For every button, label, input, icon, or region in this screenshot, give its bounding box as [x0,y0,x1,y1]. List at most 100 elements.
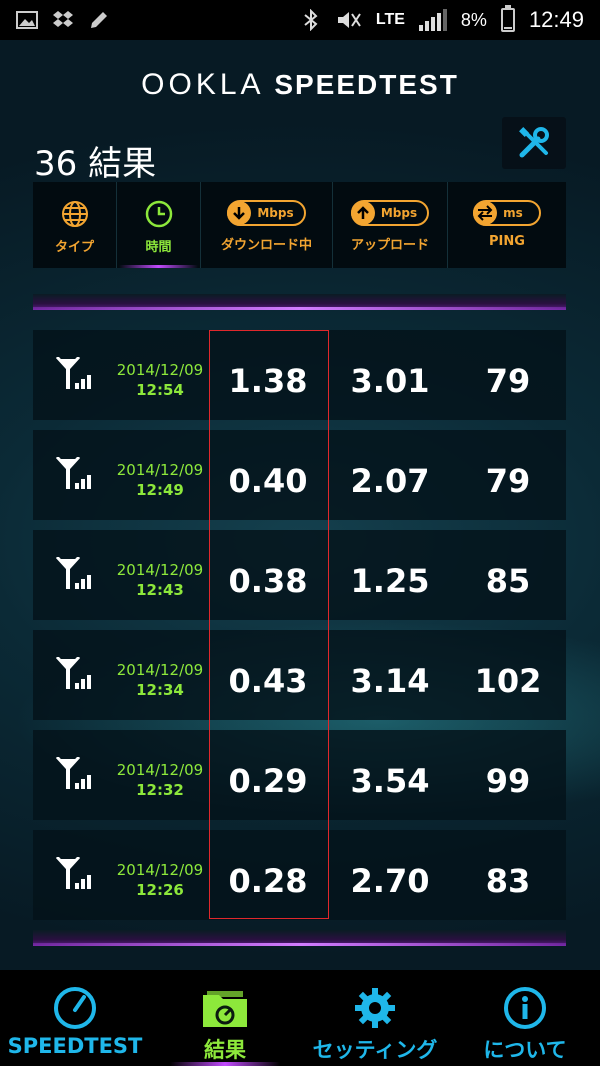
ping-value: 99 [485,762,531,800]
result-datetime: 2014/12/09 12:54 [115,360,205,400]
ping-unit: ms [503,206,523,220]
nav-settings[interactable]: セッティング [300,970,450,1066]
result-datetime: 2014/12/09 12:43 [115,560,205,600]
result-row[interactable]: 2014/12/09 12:32 0.29 3.54 99 [33,730,566,820]
battery-percent: 8% [460,9,487,30]
cellular-signal-icon [55,757,91,789]
download-value: 0.29 [228,762,308,800]
tab-label: アップロード [350,238,429,253]
cellular-signal-icon [55,557,91,589]
ping-value: 102 [474,662,542,700]
upload-pill: Mbps [350,200,430,226]
cellular-signal-icon [55,857,91,889]
globe-icon [61,201,88,227]
upload-arrow-icon [350,200,375,225]
result-row[interactable]: 2014/12/09 12:43 0.38 1.25 85 [33,530,566,620]
download-arrow-icon [227,200,252,225]
result-datetime: 2014/12/09 12:49 [115,460,205,500]
battery-icon [500,5,515,32]
dropbox-icon [53,11,73,27]
status-bar: LTE 8% 12:49 [0,0,600,40]
tab-type[interactable]: タイプ [33,182,117,268]
divider-bottom [33,930,566,946]
result-time: 12:49 [136,481,184,499]
download-pill: Mbps [227,200,306,226]
nav-label: 結果 [204,1038,246,1062]
nav-results[interactable]: 結果 [150,970,300,1066]
nav-speedtest[interactable]: SPEEDTEST [0,970,150,1066]
result-row[interactable]: 2014/12/09 12:49 0.40 2.07 79 [33,430,566,520]
page-title: 36 結果 [34,144,157,184]
download-value: 0.43 [228,662,308,700]
app-logo: OOKLA SPEEDTEST [0,68,600,102]
upload-value: 1.25 [350,562,430,600]
result-date: 2014/12/09 [116,561,204,579]
gallery-icon [16,11,38,29]
gear-icon [350,986,400,1030]
upload-unit: Mbps [380,206,418,220]
tab-upload[interactable]: Mbps アップロード [333,182,448,268]
cellular-signal-icon [55,657,91,689]
result-row[interactable]: 2014/12/09 12:34 0.43 3.14 102 [33,630,566,720]
battery-fill [503,27,512,29]
upload-value: 3.14 [350,662,430,700]
tools-button[interactable] [502,117,566,169]
tab-time[interactable]: 時間 [117,182,201,268]
ping-value: 79 [485,462,531,500]
speedometer-icon [50,986,100,1030]
results-folder-icon [200,986,250,1030]
download-value: 1.38 [228,362,308,400]
result-time: 12:34 [136,681,184,699]
ping-arrows-icon [473,200,498,225]
ping-value: 83 [485,862,531,900]
download-value: 0.28 [228,862,308,900]
result-date: 2014/12/09 [116,861,204,879]
ping-value: 79 [485,362,531,400]
mute-icon [337,12,361,28]
signal-strength-icon [418,9,447,31]
download-value: 0.38 [228,562,308,600]
result-date: 2014/12/09 [116,661,204,679]
tab-label: PING [489,234,525,249]
nav-label: について [483,1038,567,1062]
tools-icon [519,127,549,158]
network-type: LTE [375,11,405,28]
cellular-signal-icon [55,457,91,489]
result-datetime: 2014/12/09 12:26 [115,860,205,900]
nav-label: セッティング [312,1038,438,1062]
result-time: 12:26 [136,881,184,899]
result-list: 2014/12/09 12:54 1.38 3.01 79 2014/12/09 12:49… [33,330,566,930]
nav-about[interactable]: について [450,970,600,1066]
sort-bar: タイプ 時間 Mbps ダウンロード中 Mbps アップロード ms PING [33,182,566,268]
tab-ping[interactable]: ms PING [448,182,566,268]
result-row[interactable]: 2014/12/09 12:26 0.28 2.70 83 [33,830,566,920]
clock-icon [145,200,172,228]
result-date: 2014/12/09 [116,761,204,779]
result-time: 12:54 [136,381,184,399]
clock: 12:49 [528,7,584,32]
logo-speedtest: SPEEDTEST [274,69,459,100]
bottom-nav: SPEEDTEST 結果 セッティング について [0,970,600,1066]
result-date: 2014/12/09 [116,361,204,379]
tab-label: ダウンロード中 [220,238,312,253]
pencil-icon [91,12,107,28]
result-datetime: 2014/12/09 12:34 [115,660,205,700]
result-datetime: 2014/12/09 12:32 [115,760,205,800]
divider-top [33,294,566,310]
nav-label: SPEEDTEST [7,1034,143,1058]
info-icon [500,986,550,1030]
upload-value: 2.70 [350,862,430,900]
result-date: 2014/12/09 [116,461,204,479]
result-row[interactable]: 2014/12/09 12:54 1.38 3.01 79 [33,330,566,420]
cellular-signal-icon [55,357,91,389]
download-value: 0.40 [228,462,308,500]
ping-pill: ms [473,200,541,226]
tab-download[interactable]: Mbps ダウンロード中 [201,182,333,268]
download-unit: Mbps [257,206,294,220]
tab-label: 時間 [145,240,172,255]
result-time: 12:43 [136,581,184,599]
ping-value: 85 [485,562,531,600]
upload-value: 3.01 [350,362,430,400]
logo-ookla: OOKLA [141,68,265,101]
upload-value: 2.07 [350,462,430,500]
